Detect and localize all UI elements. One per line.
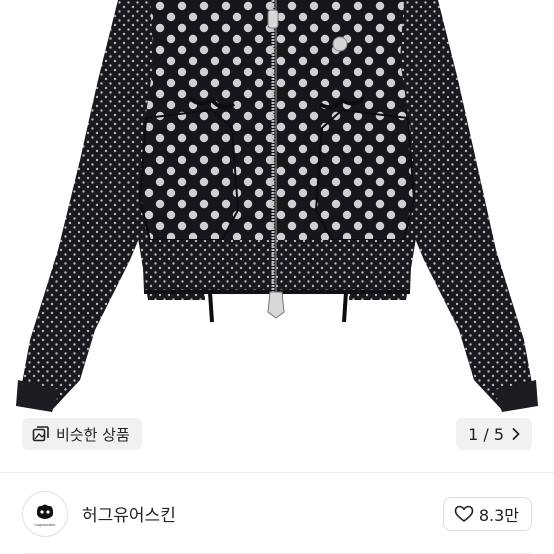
chevron-right-icon xyxy=(510,427,522,441)
seller-name[interactable]: 허그유어스킨 xyxy=(82,501,443,526)
similar-items-label: 비슷한 상품 xyxy=(56,425,130,444)
product-image[interactable]: 비슷한 상품 1 / 5 xyxy=(0,0,554,472)
seller-logo-icon: hugyourskin xyxy=(35,504,56,527)
seller-row: hugyourskin 허그유어스킨 8.3만 xyxy=(0,473,554,554)
image-pager[interactable]: 1 / 5 xyxy=(456,418,532,450)
like-button[interactable]: 8.3만 xyxy=(442,496,532,531)
polka-dot-zip-jacket-photo xyxy=(16,0,538,412)
avatar[interactable]: hugyourskin xyxy=(22,490,68,537)
similar-items-button[interactable]: 비슷한 상품 xyxy=(22,418,142,450)
like-count: 8.3만 xyxy=(478,505,519,525)
similar-items-icon xyxy=(32,425,50,443)
avatar-caption: hugyourskin xyxy=(35,523,56,527)
pager-text: 1 / 5 xyxy=(468,424,504,444)
heart-icon xyxy=(454,505,474,523)
